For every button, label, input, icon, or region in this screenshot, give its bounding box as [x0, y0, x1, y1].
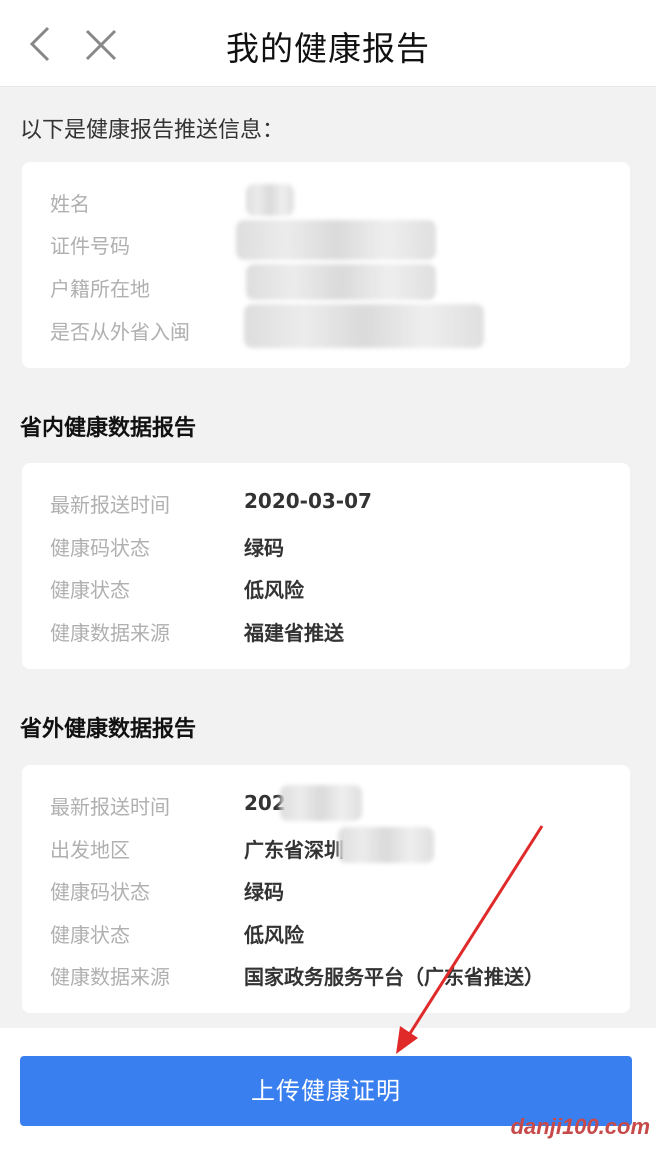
section-title-out-province: 省外健康数据报告 [20, 717, 197, 742]
section-title-in-province: 省内健康数据报告 [20, 416, 197, 441]
redaction-mosaic [246, 184, 294, 216]
page-title: 我的健康报告 [226, 29, 430, 68]
row-label: 健康状态 [50, 923, 130, 947]
row-label: 健康数据来源 [50, 621, 170, 645]
row-value: 国家政务服务平台（广东省推送） [244, 965, 544, 989]
row-value: 广东省深圳 [244, 838, 344, 862]
row-label: 健康码状态 [50, 880, 150, 904]
row-health-status: 健康状态 低风险 [50, 574, 610, 604]
row-report-time: 最新报送时间 2020-03-07 [50, 489, 610, 519]
intro-text: 以下是健康报告推送信息： [20, 118, 285, 143]
redaction-mosaic [236, 220, 436, 260]
row-departure: 出发地区 广东省深圳 [50, 834, 610, 864]
row-label: 最新报送时间 [50, 795, 170, 819]
row-code-status: 健康码状态 绿码 [50, 532, 610, 562]
row-label: 是否从外省入闽 [50, 320, 190, 344]
row-value: 2020-03-07 [244, 489, 372, 513]
row-label: 证件号码 [50, 234, 130, 258]
out-province-card: 最新报送时间 202 出发地区 广东省深圳 健康码状态 绿码 健康状态 低风险 … [22, 765, 630, 1013]
row-label: 健康码状态 [50, 536, 150, 560]
in-province-card: 最新报送时间 2020-03-07 健康码状态 绿码 健康状态 低风险 健康数据… [22, 463, 630, 669]
redaction-mosaic [280, 785, 362, 821]
row-data-source: 健康数据来源 福建省推送 [50, 617, 610, 647]
row-data-source: 健康数据来源 国家政务服务平台（广东省推送） [50, 961, 610, 991]
row-value: 低风险 [244, 578, 304, 602]
row-label: 出发地区 [50, 838, 130, 862]
redaction-mosaic [244, 304, 484, 348]
row-value: 绿码 [244, 880, 284, 904]
row-label: 户籍所在地 [50, 277, 150, 301]
personal-info-card: 姓名 证件号码 户籍所在地 是否从外省入闽 [22, 162, 630, 368]
row-value: 福建省推送 [244, 621, 344, 645]
row-health-status: 健康状态 低风险 [50, 919, 610, 949]
nav-header: 我的健康报告 [0, 0, 656, 87]
redaction-mosaic [338, 827, 434, 863]
row-label: 最新报送时间 [50, 493, 170, 517]
redaction-mosaic [246, 264, 436, 300]
watermark-text: danji100.com [510, 1114, 650, 1139]
info-row-name: 姓名 [50, 188, 610, 218]
row-code-status: 健康码状态 绿码 [50, 876, 610, 906]
row-label: 健康数据来源 [50, 965, 170, 989]
row-label: 健康状态 [50, 578, 130, 602]
row-value: 绿码 [244, 536, 284, 560]
row-label: 姓名 [50, 192, 90, 216]
row-value: 低风险 [244, 923, 304, 947]
